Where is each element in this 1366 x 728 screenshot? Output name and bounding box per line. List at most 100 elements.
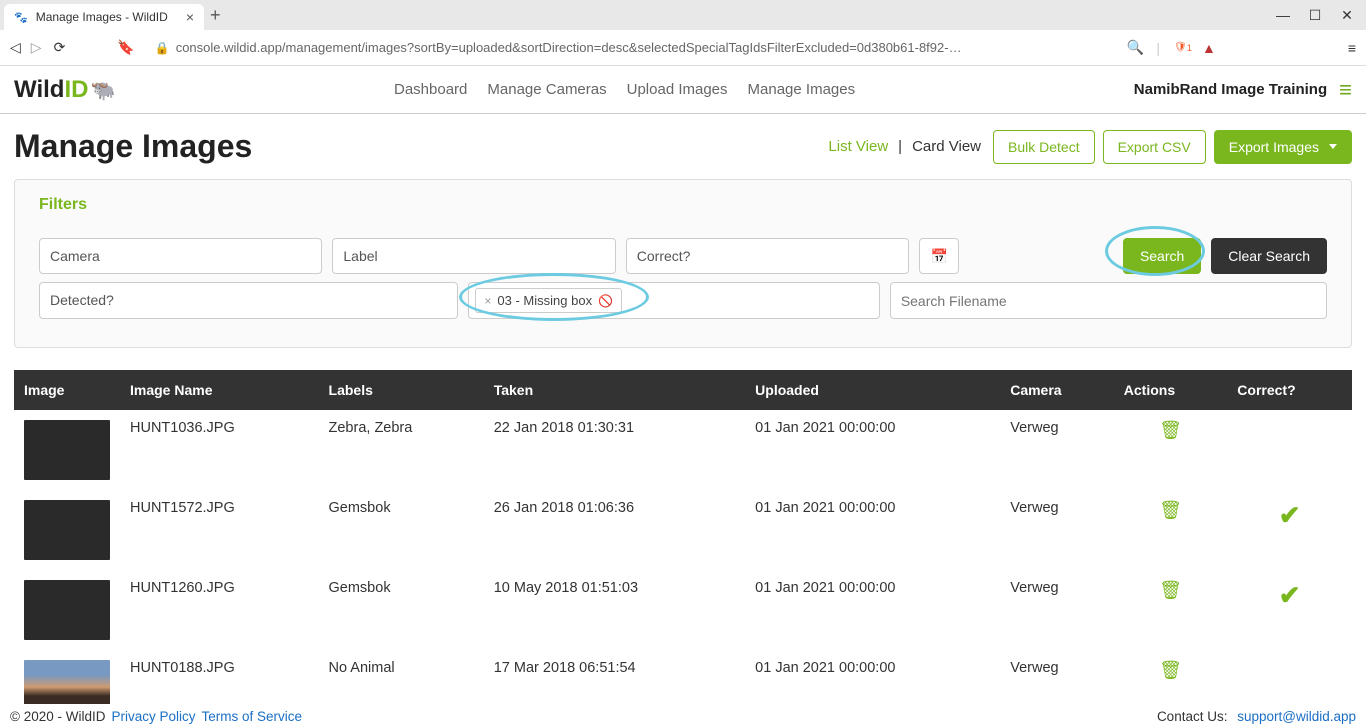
chip-label: 03 - Missing box (497, 293, 592, 308)
cell-camera: Verweg (1000, 410, 1114, 490)
delete-icon[interactable]: 🗑 (1159, 420, 1182, 440)
table-row[interactable]: HUNT1572.JPGGemsbok26 Jan 2018 01:06:360… (14, 490, 1352, 570)
cell-image-name: HUNT1260.JPG (120, 570, 319, 650)
maximize-icon[interactable]: ☐ (1308, 7, 1322, 24)
close-window-icon[interactable]: ✕ (1340, 7, 1354, 24)
cell-camera: Verweg (1000, 570, 1114, 650)
new-tab-button[interactable]: + (210, 5, 221, 26)
export-images-button[interactable]: Export Images (1214, 130, 1352, 164)
page-title: Manage Images (14, 128, 252, 165)
privacy-link[interactable]: Privacy Policy (111, 709, 195, 724)
delete-icon[interactable]: 🗑 (1159, 660, 1182, 680)
filters-panel: Filters Camera Label Correct? 📅 Search C… (14, 179, 1352, 348)
th-uploaded: Uploaded (745, 370, 1000, 410)
images-table: Image Image Name Labels Taken Uploaded C… (14, 370, 1352, 704)
brave-shield-icon[interactable]: 🛡1 (1172, 39, 1194, 57)
remove-chip-icon[interactable]: × (484, 294, 491, 308)
logo[interactable]: WildID🐃 (14, 76, 115, 104)
cell-taken: 26 Jan 2018 01:06:36 (484, 490, 745, 570)
search-filename-input[interactable] (890, 282, 1327, 319)
card-view-link[interactable]: Card View (912, 138, 981, 155)
page-header: Manage Images List View | Card View Bulk… (14, 128, 1352, 165)
search-button[interactable]: Search (1123, 238, 1201, 274)
browser-menu-icon[interactable]: ≡ (1348, 40, 1356, 56)
export-csv-button[interactable]: Export CSV (1103, 130, 1206, 164)
th-labels: Labels (319, 370, 484, 410)
reload-icon[interactable]: ⟳ (54, 39, 66, 56)
window-controls: — ☐ ✕ (1276, 7, 1362, 24)
cell-uploaded: 01 Jan 2021 00:00:00 (745, 490, 1000, 570)
th-image: Image (14, 370, 120, 410)
correct-select[interactable]: Correct? (626, 238, 909, 274)
minimize-icon[interactable]: — (1276, 7, 1290, 24)
cell-uploaded: 01 Jan 2021 00:00:00 (745, 410, 1000, 490)
clear-search-button[interactable]: Clear Search (1211, 238, 1327, 274)
contact-email[interactable]: support@wildid.app (1237, 709, 1356, 724)
browser-toolbar: ◁ ▷ ⟳ 🔖 🔒 console.wildid.app/management/… (0, 30, 1366, 66)
label-select[interactable]: Label (332, 238, 615, 274)
url-text: console.wildid.app/management/images?sor… (176, 40, 962, 55)
thumbnail[interactable] (24, 580, 110, 640)
filters-title: Filters (39, 196, 1327, 214)
nav-dashboard[interactable]: Dashboard (394, 81, 467, 98)
extension-icon[interactable]: ▲ (1202, 40, 1216, 56)
th-actions: Actions (1114, 370, 1228, 410)
thumbnail[interactable] (24, 420, 110, 480)
camera-select[interactable]: Camera (39, 238, 322, 274)
th-image-name: Image Name (120, 370, 319, 410)
cell-taken: 17 Mar 2018 06:51:54 (484, 650, 745, 704)
cell-labels: No Animal (319, 650, 484, 704)
table-row[interactable]: HUNT1260.JPGGemsbok10 May 2018 01:51:030… (14, 570, 1352, 650)
thumbnail[interactable] (24, 500, 110, 560)
nav-manage-cameras[interactable]: Manage Cameras (487, 81, 606, 98)
cell-image-name: HUNT0188.JPG (120, 650, 319, 704)
thumbnail[interactable] (24, 660, 110, 704)
forward-icon[interactable]: ▷ (31, 39, 42, 56)
bulk-detect-button[interactable]: Bulk Detect (993, 130, 1095, 164)
project-name: NamibRand Image Training (1134, 81, 1327, 98)
main-nav: Dashboard Manage Cameras Upload Images M… (394, 81, 855, 98)
cell-image-name: HUNT1036.JPG (120, 410, 319, 490)
cell-taken: 10 May 2018 01:51:03 (484, 570, 745, 650)
copyright: © 2020 - WildID (10, 709, 105, 724)
delete-icon[interactable]: 🗑 (1159, 500, 1182, 520)
hamburger-menu-icon[interactable]: ≡ (1339, 77, 1352, 103)
cell-uploaded: 01 Jan 2021 00:00:00 (745, 570, 1000, 650)
app-header: WildID🐃 Dashboard Manage Cameras Upload … (0, 66, 1366, 114)
cell-uploaded: 01 Jan 2021 00:00:00 (745, 650, 1000, 704)
th-camera: Camera (1000, 370, 1114, 410)
tag-filter-input[interactable]: × 03 - Missing box 🚫 (468, 282, 879, 319)
table-row[interactable]: HUNT0188.JPGNo Animal17 Mar 2018 06:51:5… (14, 650, 1352, 704)
lock-icon: 🔒 (155, 41, 170, 55)
bookmark-icon[interactable]: 🔖 (117, 39, 134, 56)
cell-labels: Zebra, Zebra (319, 410, 484, 490)
table-header-row: Image Image Name Labels Taken Uploaded C… (14, 370, 1352, 410)
ban-icon: 🚫 (598, 294, 613, 308)
cell-taken: 22 Jan 2018 01:30:31 (484, 410, 745, 490)
back-icon[interactable]: ◁ (10, 39, 21, 56)
cell-camera: Verweg (1000, 490, 1114, 570)
check-icon: ✔ (1279, 500, 1301, 530)
logo-animals-icon: 🐃 (90, 78, 115, 103)
detected-select[interactable]: Detected? (39, 282, 458, 319)
tab-favicon-icon: 🐾 (14, 11, 28, 24)
zoom-icon[interactable]: 🔍 (1127, 39, 1144, 56)
footer: © 2020 - WildID Privacy Policy Terms of … (0, 704, 1366, 728)
browser-tab-strip: 🐾 Manage Images - WildID × + — ☐ ✕ (0, 0, 1366, 30)
nav-upload-images[interactable]: Upload Images (627, 81, 728, 98)
close-tab-icon[interactable]: × (186, 9, 194, 25)
cell-image-name: HUNT1572.JPG (120, 490, 319, 570)
terms-link[interactable]: Terms of Service (202, 709, 303, 724)
filter-chip[interactable]: × 03 - Missing box 🚫 (475, 288, 622, 313)
address-bar[interactable]: 🔒 console.wildid.app/management/images?s… (147, 40, 1115, 55)
list-view-link[interactable]: List View (828, 138, 888, 155)
date-picker[interactable]: 📅 (919, 238, 959, 274)
calendar-icon: 📅 (930, 248, 947, 265)
delete-icon[interactable]: 🗑 (1159, 580, 1182, 600)
view-toggle: List View | Card View (828, 138, 981, 155)
contact-label: Contact Us: (1157, 709, 1231, 724)
table-row[interactable]: HUNT1036.JPGZebra, Zebra22 Jan 2018 01:3… (14, 410, 1352, 490)
nav-manage-images[interactable]: Manage Images (748, 81, 856, 98)
browser-tab[interactable]: 🐾 Manage Images - WildID × (4, 4, 204, 30)
th-taken: Taken (484, 370, 745, 410)
